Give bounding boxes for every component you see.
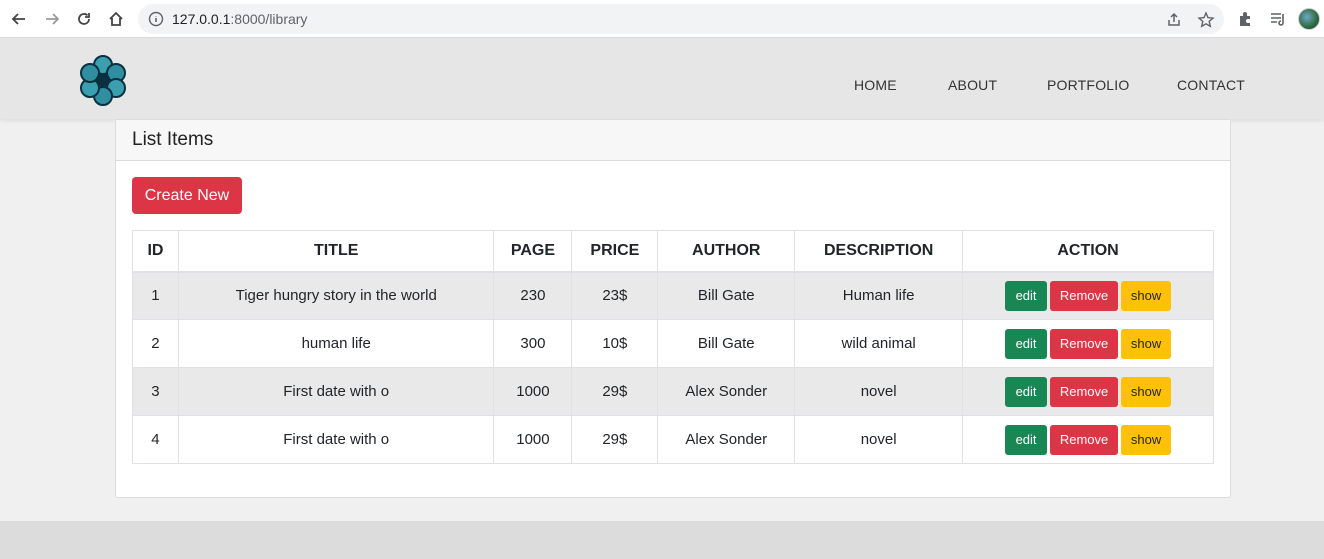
media-icon[interactable]: [1268, 9, 1288, 29]
puzzle-icon[interactable]: [1236, 9, 1256, 29]
cell-title: First date with o: [177, 415, 495, 464]
show-button[interactable]: show: [1121, 280, 1172, 311]
cell-price: 23$: [571, 271, 659, 320]
remove-button[interactable]: Remove: [1050, 424, 1119, 455]
cell-action: edit Remove show: [962, 415, 1214, 464]
table-row: 1 Tiger hungry story in the world 230 23…: [132, 271, 1214, 320]
remove-button[interactable]: Remove: [1050, 376, 1119, 407]
address-bar[interactable]: 127.0.0.1:8000/library: [138, 4, 1224, 34]
cell-description: wild animal: [794, 319, 964, 368]
remove-button[interactable]: Remove: [1050, 328, 1119, 359]
nav-home[interactable]: HOME: [854, 77, 897, 93]
cell-action: edit Remove show: [962, 319, 1214, 368]
cell-author: Bill Gate: [657, 271, 796, 320]
show-button[interactable]: show: [1121, 328, 1172, 359]
cell-id: 3: [132, 367, 179, 416]
cell-id: 1: [132, 271, 179, 320]
edit-button[interactable]: edit: [1005, 376, 1048, 407]
footer: [0, 521, 1324, 559]
forward-icon[interactable]: [40, 7, 64, 31]
cell-page: 1000: [493, 367, 573, 416]
browser-toolbar: 127.0.0.1:8000/library: [0, 0, 1324, 38]
home-icon[interactable]: [104, 7, 128, 31]
show-button[interactable]: show: [1121, 424, 1172, 455]
cell-page: 300: [493, 319, 573, 368]
cell-price: 29$: [571, 415, 659, 464]
create-new-button[interactable]: Create New: [132, 177, 242, 214]
url-text: 127.0.0.1:8000/library: [172, 11, 307, 27]
nav-portfolio[interactable]: PORTFOLIO: [1047, 77, 1129, 93]
reload-icon[interactable]: [72, 7, 96, 31]
star-icon[interactable]: [1197, 11, 1215, 29]
cell-description: novel: [794, 415, 964, 464]
url-host: 127.0.0.1: [172, 11, 231, 27]
cell-title: Tiger hungry story in the world: [177, 271, 495, 320]
remove-button[interactable]: Remove: [1050, 280, 1119, 311]
site-header: HOME ABOUT PORTFOLIO CONTACT: [0, 38, 1324, 119]
table-header-row: ID TITLE PAGE PRICE AUTHOR DESCRIPTION A…: [132, 230, 1214, 273]
cell-title: First date with o: [177, 367, 495, 416]
back-icon[interactable]: [7, 7, 31, 31]
items-table: ID TITLE PAGE PRICE AUTHOR DESCRIPTION A…: [132, 230, 1214, 464]
cell-description: novel: [794, 367, 964, 416]
nav-about[interactable]: ABOUT: [948, 77, 997, 93]
info-icon[interactable]: [148, 11, 164, 27]
cell-author: Alex Sonder: [657, 367, 796, 416]
col-id: ID: [132, 230, 179, 273]
col-title: TITLE: [177, 230, 495, 273]
cell-title: human life: [177, 319, 495, 368]
url-path: :8000/library: [230, 11, 308, 27]
cell-description: Human life: [794, 271, 964, 320]
cell-author: Bill Gate: [657, 319, 796, 368]
logo-icon[interactable]: [76, 53, 130, 107]
show-button[interactable]: show: [1121, 376, 1172, 407]
cell-price: 29$: [571, 367, 659, 416]
table-row: 2 human life 300 10$ Bill Gate wild anim…: [132, 319, 1214, 368]
cell-action: edit Remove show: [962, 367, 1214, 416]
edit-button[interactable]: edit: [1005, 328, 1048, 359]
cell-price: 10$: [571, 319, 659, 368]
list-card: List Items Create New ID TITLE PAGE PRIC…: [115, 119, 1231, 498]
col-price: PRICE: [571, 230, 659, 273]
cell-page: 1000: [493, 415, 573, 464]
col-page: PAGE: [493, 230, 573, 273]
edit-button[interactable]: edit: [1005, 280, 1048, 311]
col-author: AUTHOR: [657, 230, 796, 273]
nav-contact[interactable]: CONTACT: [1177, 77, 1245, 93]
col-action: ACTION: [962, 230, 1214, 273]
avatar[interactable]: [1298, 8, 1320, 30]
table-row: 4 First date with o 1000 29$ Alex Sonder…: [132, 415, 1214, 464]
cell-action: edit Remove show: [962, 271, 1214, 320]
edit-button[interactable]: edit: [1005, 424, 1048, 455]
col-description: DESCRIPTION: [794, 230, 964, 273]
card-title: List Items: [116, 120, 1230, 161]
share-icon[interactable]: [1165, 11, 1183, 29]
cell-id: 4: [132, 415, 179, 464]
table-row: 3 First date with o 1000 29$ Alex Sonder…: [132, 367, 1214, 416]
cell-author: Alex Sonder: [657, 415, 796, 464]
cell-page: 230: [493, 271, 573, 320]
cell-id: 2: [132, 319, 179, 368]
